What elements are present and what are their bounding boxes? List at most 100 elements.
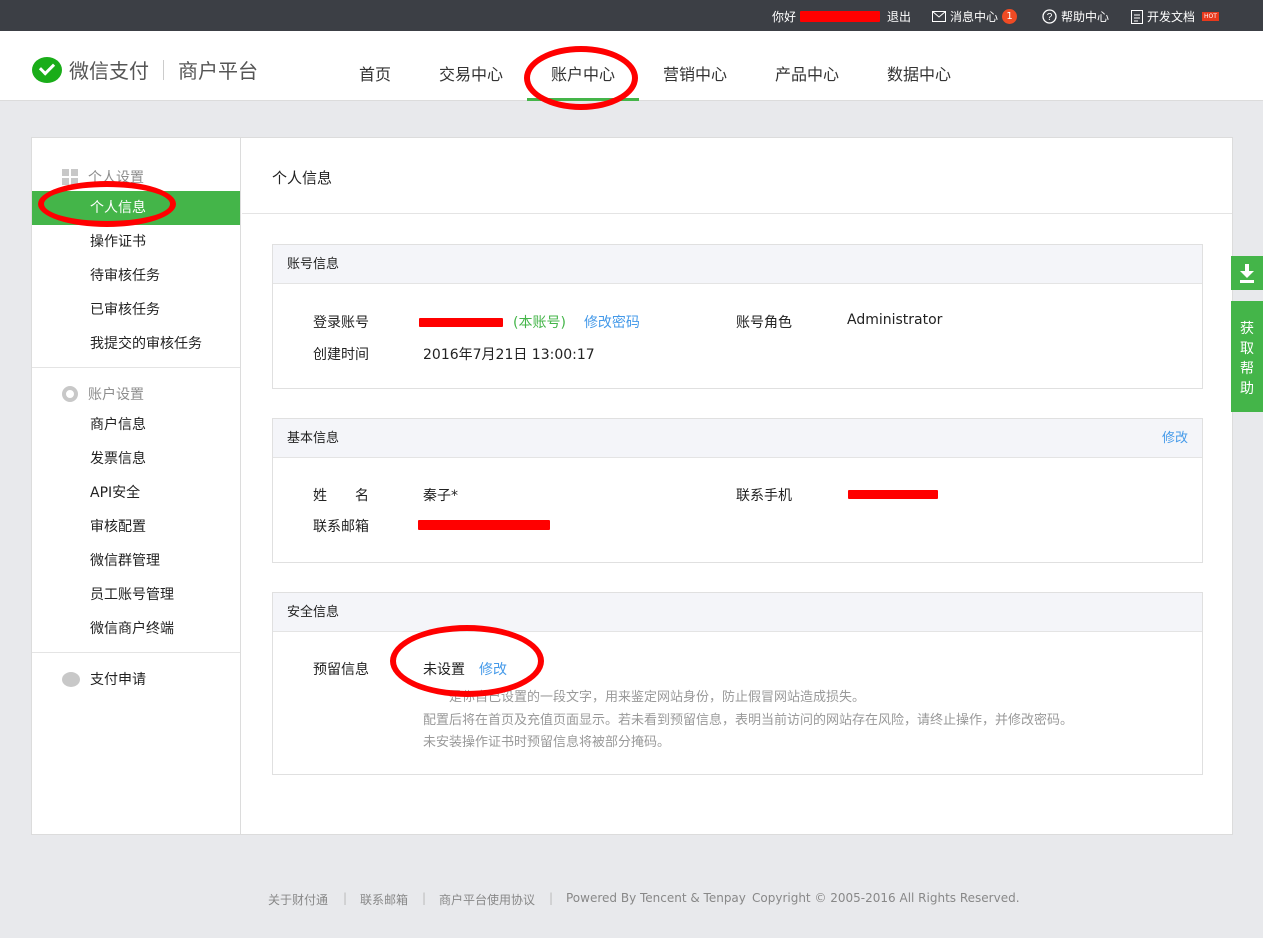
sidebar-item-my-submitted[interactable]: 我提交的审核任务 — [32, 327, 240, 361]
created-time-value: 2016年7月21日 13:00:17 — [423, 347, 595, 363]
logout-link[interactable]: 退出 — [887, 8, 911, 25]
redacted-username — [800, 11, 881, 22]
mail-icon — [932, 11, 946, 22]
security-info-card: 安全信息 预留信息 未设置 修改 是你自己设置的一段文字，用来鉴定网站身份，防止… — [272, 592, 1203, 775]
help-char: 获 — [1240, 321, 1254, 337]
account-role-value: Administrator — [847, 312, 943, 328]
document-icon — [1131, 9, 1143, 24]
nav-active-indicator — [527, 98, 639, 101]
top-bar: 你好 退出 消息中心 1 ? 帮助中心 开发文档 HOT — [0, 0, 1263, 31]
nav-account[interactable]: 账户中心 — [551, 61, 615, 85]
basic-info-edit-link[interactable]: 修改 — [1162, 419, 1188, 458]
footer-sep: | — [422, 891, 427, 905]
account-role-label: 账号角色 — [736, 315, 792, 331]
main-header: 微信支付 商户平台 首页 交易中心 账户中心 营销中心 产品中心 数据中心 — [0, 31, 1263, 101]
sidebar-item-invoice[interactable]: 发票信息 — [32, 442, 240, 476]
sidebar-item-pending-review[interactable]: 待审核任务 — [32, 259, 240, 293]
redacted-account-id — [419, 317, 503, 327]
sidebar-item-personal-info[interactable]: 个人信息 — [32, 191, 240, 225]
brand-name: 微信支付 — [69, 59, 149, 83]
content-area: 个人信息 账号信息 登录账号 (本账号) 修改密码 账号角色 Administr… — [242, 138, 1232, 834]
gear-icon — [62, 386, 78, 402]
message-count-badge: 1 — [1002, 9, 1018, 24]
svg-text:?: ? — [1047, 12, 1053, 23]
greeting-text: 你好 — [772, 10, 797, 24]
title-divider — [242, 213, 1232, 214]
nav-marketing[interactable]: 营销中心 — [663, 61, 727, 85]
sidebar-group-account-title: 账户设置 — [88, 387, 144, 403]
change-password-link[interactable]: 修改密码 — [584, 312, 640, 332]
redacted-email — [418, 520, 550, 530]
redacted-phone — [848, 490, 938, 499]
account-info-heading: 账号信息 — [273, 245, 1202, 284]
name-label: 姓 名 — [313, 488, 369, 504]
download-icon — [1240, 264, 1254, 283]
help-char: 帮 — [1240, 361, 1254, 377]
sidebar-divider — [32, 652, 240, 653]
reserve-info-note-2: 配置后将在首页及充值页面显示。若未看到预留信息，表明当前访问的网站存在风险，请终… — [423, 713, 1074, 728]
reserve-info-value: 未设置 — [423, 662, 465, 678]
sidebar-group-account: 账户设置 — [62, 384, 144, 404]
reserve-info-edit-link[interactable]: 修改 — [479, 659, 507, 679]
sidebar-item-staff-accounts[interactable]: 员工账号管理 — [32, 578, 240, 612]
footer-sep: | — [549, 891, 554, 905]
sidebar-item-merchant-terminal[interactable]: 微信商户终端 — [32, 612, 240, 646]
main-panel: 个人设置 个人信息 操作证书 待审核任务 已审核任务 我提交的审核任务 账户设置… — [31, 137, 1233, 835]
logo[interactable]: 微信支付 商户平台 — [32, 55, 258, 84]
reserve-info-label: 预留信息 — [313, 662, 369, 678]
nav-transactions[interactable]: 交易中心 — [439, 61, 503, 85]
help-center-link[interactable]: ? 帮助中心 — [1042, 8, 1109, 25]
login-account-label: 登录账号 — [313, 315, 369, 331]
help-center-label: 帮助中心 — [1061, 10, 1110, 24]
sidebar-group-personal-title: 个人设置 — [88, 170, 144, 186]
sidebar-item-api-security[interactable]: API安全 — [32, 476, 240, 510]
sidebar-item-merchant-info[interactable]: 商户信息 — [32, 408, 240, 442]
reserve-info-note-1: 是你自己设置的一段文字，用来鉴定网站身份，防止假冒网站造成损失。 — [449, 690, 866, 705]
email-label: 联系邮箱 — [313, 519, 369, 535]
sidebar-group-payment-apply[interactable]: 支付申请 — [62, 669, 146, 689]
download-button[interactable] — [1231, 256, 1263, 290]
question-icon: ? — [1042, 9, 1057, 24]
reserve-info-note-3: 未安装操作证书时预留信息将被部分掩码。 — [423, 735, 671, 750]
footer-contact-link[interactable]: 联系邮箱 — [360, 891, 408, 908]
self-account-tag: (本账号) — [513, 315, 566, 331]
account-info-card: 账号信息 登录账号 (本账号) 修改密码 账号角色 Administrator … — [272, 244, 1203, 389]
nav-home[interactable]: 首页 — [359, 61, 391, 85]
created-time-label: 创建时间 — [313, 347, 369, 363]
grid-icon — [62, 169, 78, 185]
logout-label: 退出 — [887, 10, 912, 24]
dev-docs-label: 开发文档 — [1147, 10, 1196, 24]
footer-sep: | — [343, 891, 348, 905]
footer-copyright: Copyright © 2005-2016 All Rights Reserve… — [752, 891, 1020, 905]
sidebar-group-payment-title: 支付申请 — [90, 672, 146, 688]
sidebar-item-reviewed[interactable]: 已审核任务 — [32, 293, 240, 327]
page-title: 个人信息 — [272, 169, 333, 187]
sidebar: 个人设置 个人信息 操作证书 待审核任务 已审核任务 我提交的审核任务 账户设置… — [32, 138, 241, 834]
help-char: 取 — [1240, 341, 1254, 357]
footer-about-link[interactable]: 关于财付通 — [268, 891, 328, 908]
wechat-pay-logo-icon — [32, 56, 62, 83]
chat-bubble-icon — [62, 671, 80, 687]
basic-info-card: 基本信息 修改 姓 名 秦子* 联系手机 联系邮箱 — [272, 418, 1203, 563]
sidebar-item-wechat-group[interactable]: 微信群管理 — [32, 544, 240, 578]
dev-docs-link[interactable]: 开发文档 HOT — [1131, 8, 1219, 25]
hot-badge: HOT — [1202, 12, 1219, 21]
help-char: 助 — [1240, 381, 1254, 397]
footer-terms-link[interactable]: 商户平台使用协议 — [439, 891, 535, 908]
sidebar-group-personal: 个人设置 — [62, 167, 144, 187]
basic-info-heading: 基本信息 修改 — [273, 419, 1202, 458]
sidebar-divider — [32, 367, 240, 368]
footer-powered: Powered By Tencent & Tenpay — [566, 891, 746, 905]
message-center-label: 消息中心 — [950, 10, 999, 24]
message-center-link[interactable]: 消息中心 1 — [932, 8, 1018, 25]
get-help-button[interactable]: 获 取 帮 助 — [1231, 301, 1263, 412]
login-account-value: (本账号) 修改密码 — [419, 312, 640, 332]
nav-products[interactable]: 产品中心 — [775, 61, 839, 85]
nav-data[interactable]: 数据中心 — [887, 61, 951, 85]
sidebar-item-review-config[interactable]: 审核配置 — [32, 510, 240, 544]
name-value: 秦子* — [423, 488, 458, 504]
user-greeting: 你好 — [772, 8, 881, 25]
phone-label: 联系手机 — [736, 488, 792, 504]
sidebar-item-certificate[interactable]: 操作证书 — [32, 225, 240, 259]
logo-divider — [163, 59, 164, 80]
